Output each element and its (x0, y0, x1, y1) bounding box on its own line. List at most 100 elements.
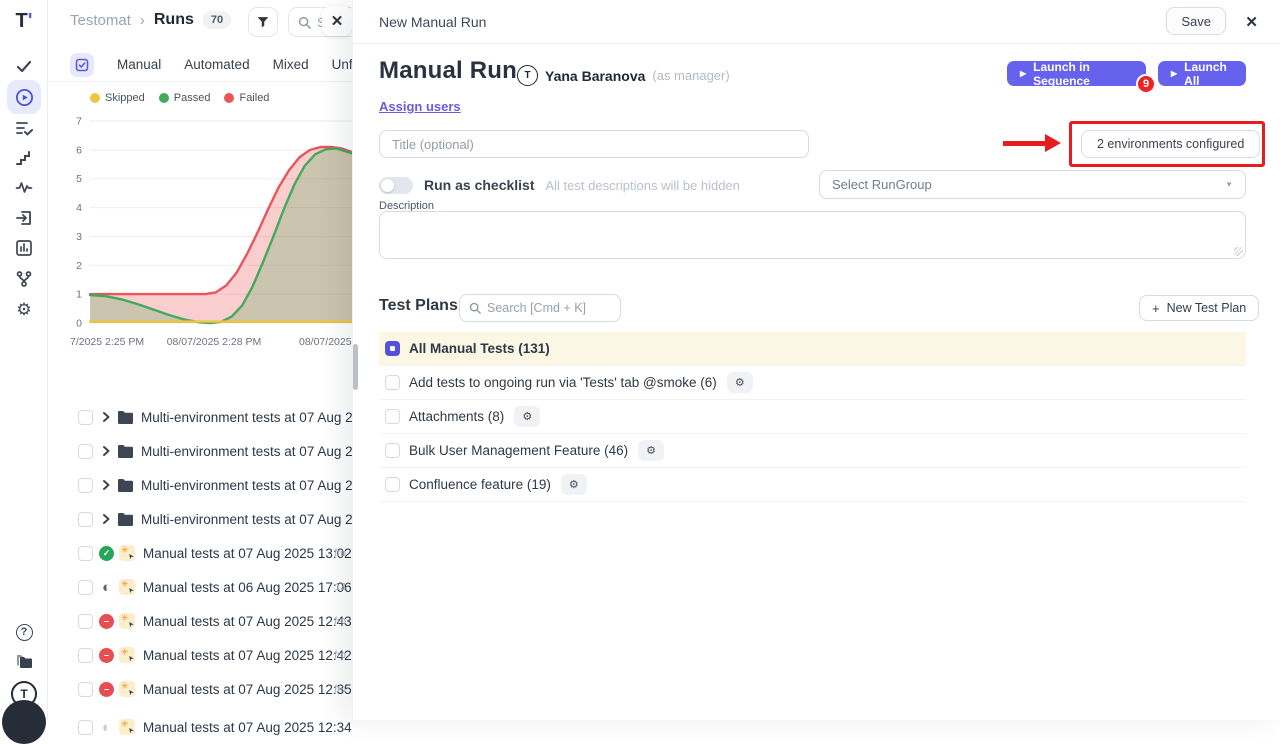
row-checkbox[interactable] (78, 614, 93, 629)
plan-settings-gear-icon[interactable]: ⚙ (638, 440, 664, 461)
milestones-icon[interactable] (0, 148, 48, 168)
manual-run-row-partial[interactable]: ◐ Manual tests at 07 Aug 2025 12:34 (48, 710, 352, 744)
checkbox[interactable] (385, 443, 400, 458)
legend-label: Skipped (105, 92, 145, 104)
folder-run-row[interactable]: Multi-environment tests at 07 Aug 20 (48, 502, 352, 536)
row-checkbox[interactable] (78, 682, 93, 697)
manual-run-icon (119, 719, 135, 735)
svg-text:2: 2 (76, 260, 82, 272)
filter-button[interactable] (248, 7, 278, 37)
legend-dot (224, 93, 234, 103)
test-plans-icon[interactable] (0, 118, 48, 138)
checkbox[interactable] (385, 477, 400, 492)
description-field[interactable] (379, 211, 1246, 259)
test-plan-row[interactable]: Confluence feature (19) ⚙ (379, 468, 1246, 502)
tab-all-runs[interactable] (70, 53, 94, 77)
row-checkbox[interactable] (78, 478, 93, 493)
test-plan-label: Confluence feature (19) (409, 477, 551, 492)
folder-icon (117, 444, 133, 458)
branches-icon[interactable] (0, 268, 48, 290)
manual-run-row[interactable]: ◐ Manual tests at 06 Aug 2025 17:06 13 (48, 570, 352, 604)
test-plan-row-selected[interactable]: All Manual Tests (131) (379, 332, 1246, 366)
runs-icon-active[interactable] (7, 80, 41, 114)
plan-settings-gear-icon[interactable]: ⚙ (514, 406, 540, 427)
launch-all-button[interactable]: ▶ Launch All (1158, 61, 1246, 86)
chevron-right-icon[interactable] (101, 479, 111, 491)
test-plans-search-input[interactable] (487, 301, 605, 315)
test-plan-label: All Manual Tests (131) (409, 341, 550, 356)
plan-settings-gear-icon[interactable]: ⚙ (561, 474, 587, 495)
run-as-checklist-toggle[interactable] (379, 177, 413, 194)
folder-run-row[interactable]: Multi-environment tests at 07 Aug 20 (48, 400, 352, 434)
svg-text:7/2025 2:25 PM: 7/2025 2:25 PM (70, 336, 144, 348)
breadcrumb-current[interactable]: Runs (154, 11, 194, 29)
checklist-toggle-row: Run as checklist All test descriptions w… (379, 176, 740, 194)
chevron-right-icon[interactable] (101, 411, 111, 423)
save-button[interactable]: Save (1166, 7, 1226, 35)
checkbox-checked[interactable] (385, 341, 400, 356)
row-checkbox[interactable] (78, 580, 93, 595)
reports-icon[interactable] (0, 238, 48, 258)
legend-item-failed: Failed (224, 92, 269, 104)
row-checkbox[interactable] (78, 546, 93, 561)
manual-run-row[interactable]: – Manual tests at 07 Aug 2025 12:43 fro (48, 604, 352, 638)
tab-mixed[interactable]: Mixed (273, 57, 309, 72)
svg-text:6: 6 (76, 144, 82, 156)
row-checkbox[interactable] (78, 512, 93, 527)
run-title-field[interactable] (379, 130, 809, 158)
assign-users-link[interactable]: Assign users (379, 99, 461, 114)
checkbox[interactable] (385, 375, 400, 390)
tab-automated[interactable]: Automated (184, 57, 249, 72)
test-plan-row[interactable]: Attachments (8) ⚙ (379, 400, 1246, 434)
help-icon[interactable]: ? (0, 622, 48, 642)
projects-icon[interactable] (0, 652, 48, 672)
rungroup-select[interactable]: Select RunGroup ▼ (819, 170, 1246, 199)
settings-gear-icon[interactable]: ⚙ (0, 299, 48, 321)
import-icon[interactable] (0, 208, 48, 228)
chat-widget-button[interactable] (2, 700, 46, 744)
run-row-meta: fro (334, 616, 346, 627)
chevron-right-icon[interactable] (101, 445, 111, 457)
test-plan-list: All Manual Tests (131) Add tests to ongo… (379, 332, 1246, 502)
owner-role: (as manager) (652, 68, 729, 83)
list-scrollbar-thumb[interactable] (353, 344, 358, 390)
test-plan-label: Add tests to ongoing run via 'Tests' tab… (409, 375, 717, 390)
status-icon: ◐ (99, 720, 114, 735)
drawer-title: New Manual Run (379, 14, 486, 30)
row-checkbox[interactable] (78, 410, 93, 425)
search-icon (469, 302, 481, 314)
row-checkbox[interactable] (78, 648, 93, 663)
manual-run-row[interactable]: ✓ Manual tests at 07 Aug 2025 13:02 fro (48, 536, 352, 570)
analytics-icon[interactable] (0, 177, 48, 197)
legend-dot (90, 93, 100, 103)
search-close-icon[interactable]: ✕ (322, 6, 352, 36)
test-plans-search[interactable] (459, 294, 621, 322)
app-logo[interactable]: T' (0, 8, 48, 34)
row-checkbox[interactable] (78, 720, 93, 735)
run-row-label: Manual tests at 07 Aug 2025 12:35 (143, 682, 352, 697)
close-icon[interactable]: ✕ (1245, 13, 1258, 31)
new-manual-run-drawer: New Manual Run Save ✕ Manual Run T Yana … (352, 0, 1280, 720)
new-test-plan-button[interactable]: + New Test Plan (1139, 295, 1259, 321)
checkbox[interactable] (385, 409, 400, 424)
folder-run-row[interactable]: Multi-environment tests at 07 Aug 20 (48, 468, 352, 502)
manual-run-row[interactable]: – Manual tests at 07 Aug 2025 12:42 fro (48, 638, 352, 672)
run-title-input[interactable] (392, 137, 808, 152)
manual-run-row[interactable]: – Manual tests at 07 Aug 2025 12:35 fro (48, 672, 352, 706)
description-textarea[interactable] (380, 212, 1245, 258)
folder-run-row[interactable]: Multi-environment tests at 07 Aug 20 (48, 434, 352, 468)
page-title: Manual Run (379, 57, 517, 85)
plan-settings-gear-icon[interactable]: ⚙ (727, 372, 753, 393)
checklist-label: Run as checklist (424, 177, 535, 193)
tab-manual[interactable]: Manual (117, 57, 161, 72)
tests-icon[interactable] (0, 56, 48, 76)
chevron-right-icon[interactable] (101, 513, 111, 525)
launch-in-sequence-button[interactable]: ▶ Launch in Sequence (1007, 61, 1146, 86)
search-icon (298, 16, 311, 29)
environments-configured-button[interactable]: 2 environments configured (1081, 130, 1260, 158)
test-plan-row[interactable]: Bulk User Management Feature (46) ⚙ (379, 434, 1246, 468)
test-plan-row[interactable]: Add tests to ongoing run via 'Tests' tab… (379, 366, 1246, 400)
run-row-label: Manual tests at 06 Aug 2025 17:06 (143, 580, 352, 595)
row-checkbox[interactable] (78, 444, 93, 459)
breadcrumb-root[interactable]: Testomat (70, 12, 131, 29)
